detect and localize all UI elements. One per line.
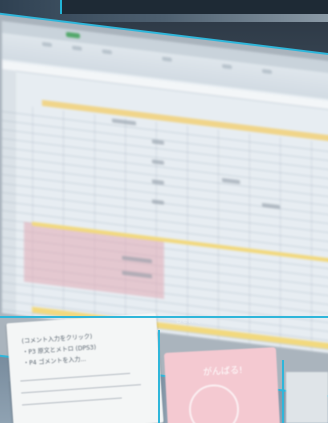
spreadsheet-screen	[2, 20, 328, 354]
frame-line	[158, 330, 160, 423]
note-divider	[21, 384, 141, 394]
upper-monitor-edge	[60, 0, 328, 14]
pink-memo-card: がんばる!	[163, 347, 281, 423]
note-divider	[22, 397, 122, 406]
photo-scene: BenQ (コメント入力をクリック) ・P3 原文とメトロ (DPS3) ・P4…	[0, 0, 328, 423]
frame-line	[0, 316, 328, 318]
card-text: がんばる!	[202, 365, 243, 378]
sticky-note: (コメント入力をクリック) ・P3 原文とメトロ (DPS3) ・P4 ゴメント…	[6, 312, 164, 423]
frame-line	[282, 360, 284, 423]
smile-drawing-icon	[187, 383, 241, 423]
note-divider	[20, 372, 131, 382]
desk-object	[286, 372, 328, 423]
